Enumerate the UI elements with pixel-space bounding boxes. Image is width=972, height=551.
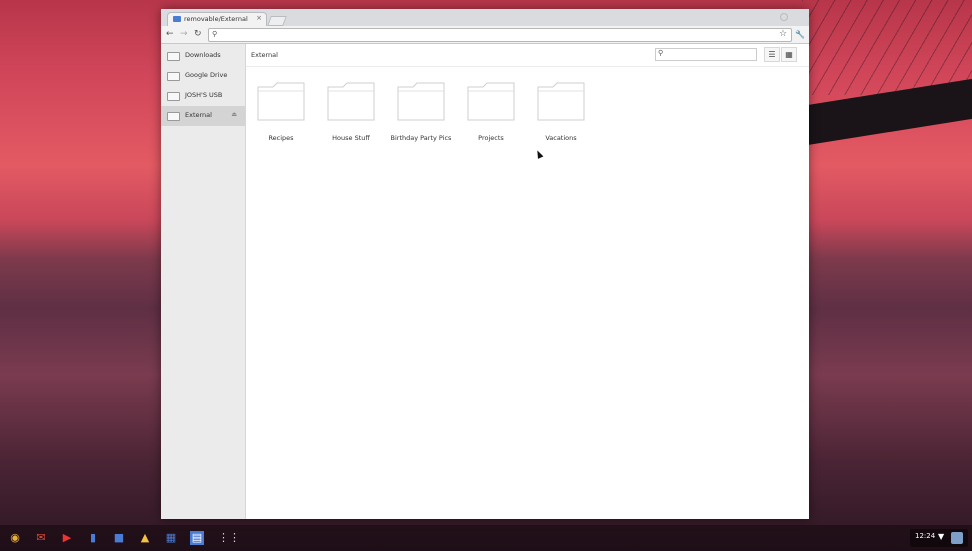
forward-icon[interactable]: → [180, 28, 188, 41]
avatar [951, 532, 963, 544]
bridge-cables [802, 0, 972, 95]
calendar-icon[interactable]: ▦ [164, 531, 178, 545]
tab-title: removable/External [184, 15, 248, 23]
folder-icon [537, 82, 585, 121]
drive-icon [167, 112, 180, 121]
sidebar-item-label: Google Drive [185, 71, 228, 79]
tab-strip: removable/External × [161, 9, 809, 27]
folder-icon [173, 16, 181, 22]
shelf: ◉ ✉ ▶ ▮ ■ ▲ ▦ ▤ ⋮⋮ 12:24 ▼ [0, 525, 972, 551]
youtube-icon[interactable]: ▶ [60, 531, 74, 545]
back-icon[interactable]: ← [166, 28, 174, 41]
status-area[interactable]: 12:24 ▼ [910, 529, 968, 547]
search-icon: ⚲ [658, 49, 664, 57]
docs-icon[interactable]: ▮ [86, 531, 100, 545]
file-header: External ⚲ ☰ ▦ [246, 44, 809, 67]
downloads-icon [167, 52, 180, 61]
wifi-icon: ▼ [938, 532, 945, 541]
sidebar-item-google-drive[interactable]: Google Drive [161, 66, 245, 86]
usb-icon [167, 92, 180, 101]
files-window: removable/External × ← → ↻ ⚲ ☆ 🔧 Downloa… [161, 9, 809, 519]
folder-grid: Recipes House Stuff Birthday Party Pics … [246, 67, 809, 519]
search-icon: ⚲ [212, 30, 218, 38]
bookmark-star-icon[interactable]: ☆ [779, 28, 787, 41]
folder-label: Vacations [545, 134, 577, 142]
folder-icon [467, 82, 515, 121]
wrench-icon[interactable]: 🔧 [795, 28, 805, 41]
folder-icon [257, 82, 305, 121]
sidebar: Downloads Google Drive JOSH'S USB Extern… [161, 44, 246, 519]
app-launcher-icon[interactable]: ⋮⋮ [218, 531, 240, 545]
window-control-icon[interactable] [780, 13, 788, 21]
list-view-button[interactable]: ☰ [764, 47, 780, 62]
search-input[interactable]: ⚲ [655, 48, 757, 61]
folder-item-birthday-party-pics[interactable]: Birthday Party Pics [386, 81, 451, 147]
folder-item-projects[interactable]: Projects [456, 81, 516, 147]
sidebar-item-downloads[interactable]: Downloads [161, 46, 245, 66]
sidebar-item-external[interactable]: External ⏏ [161, 106, 245, 126]
sidebar-item-joshs-usb[interactable]: JOSH'S USB [161, 86, 245, 106]
grid-view-button[interactable]: ▦ [781, 47, 797, 62]
clock: 12:24 [915, 532, 936, 540]
reload-icon[interactable]: ↻ [194, 28, 202, 41]
folder-item-recipes[interactable]: Recipes [246, 81, 306, 147]
breadcrumb[interactable]: External [251, 51, 278, 59]
folder-item-vacations[interactable]: Vacations [526, 81, 586, 147]
sidebar-item-label: Downloads [185, 51, 221, 59]
drive-icon[interactable]: ▲ [138, 531, 152, 545]
sidebar-item-label: JOSH'S USB [185, 91, 223, 99]
folder-icon [327, 82, 375, 121]
drive-icon [167, 72, 180, 81]
files-app-icon[interactable]: ▤ [190, 531, 204, 545]
files-icon[interactable]: ■ [112, 531, 126, 545]
chrome-icon[interactable]: ◉ [8, 531, 22, 545]
close-tab-button[interactable]: × [256, 14, 262, 22]
folder-item-house-stuff[interactable]: House Stuff [316, 81, 376, 147]
gmail-icon[interactable]: ✉ [34, 531, 48, 545]
new-tab-button[interactable] [267, 16, 287, 26]
sidebar-item-label: External [185, 111, 212, 119]
address-bar[interactable]: ⚲ [208, 28, 792, 42]
eject-icon[interactable]: ⏏ [231, 111, 237, 118]
browser-tab[interactable]: removable/External × [167, 12, 267, 27]
folder-icon [397, 82, 445, 121]
browser-toolbar: ← → ↻ ⚲ ☆ 🔧 [161, 26, 809, 44]
